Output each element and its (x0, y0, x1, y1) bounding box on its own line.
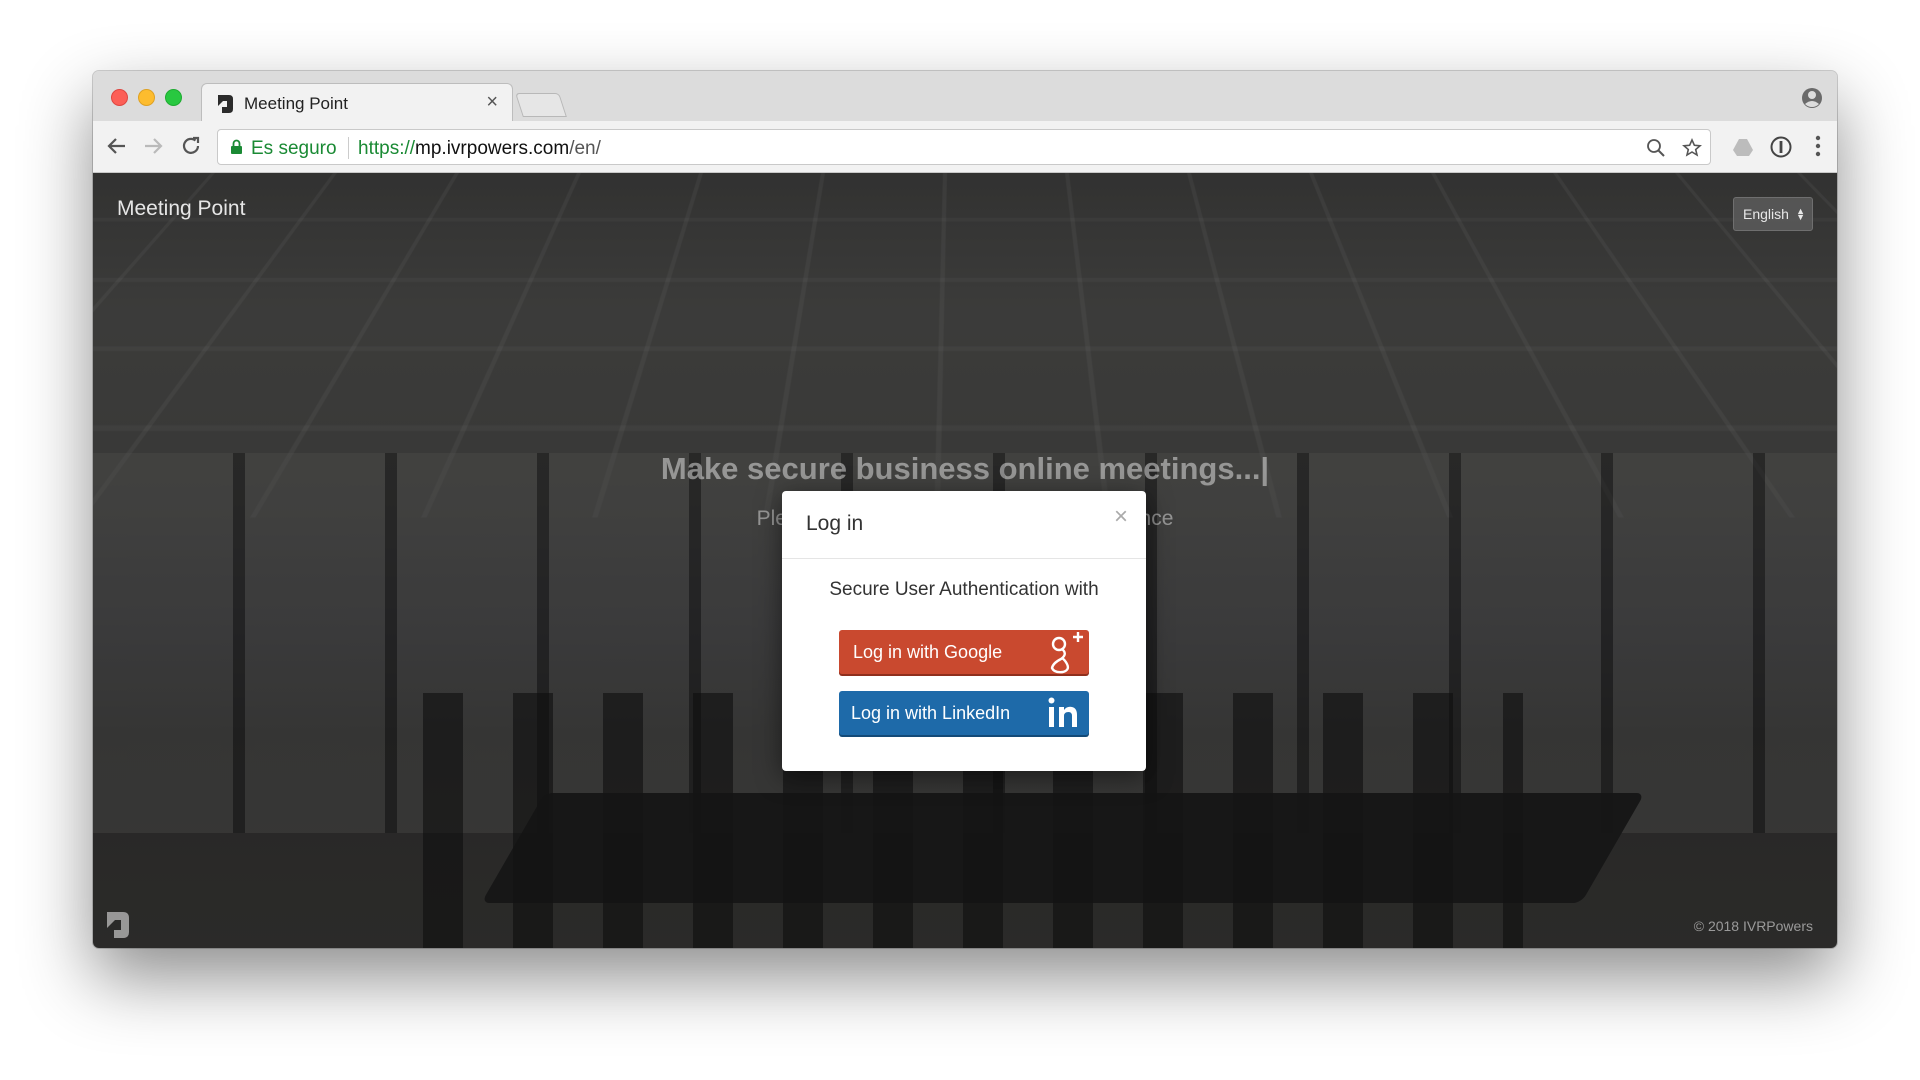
window-maximize-button[interactable] (165, 89, 182, 106)
forward-arrow-icon[interactable] (141, 134, 165, 158)
linkedin-icon (1048, 697, 1077, 727)
site-brand[interactable]: Meeting Point (117, 197, 245, 221)
select-arrows-icon: ▲ ▼ (1796, 206, 1805, 222)
bookmark-star-icon[interactable] (1682, 138, 1702, 158)
zoom-icon[interactable] (1646, 138, 1666, 158)
window-close-button[interactable] (111, 89, 128, 106)
google-login-button[interactable]: Log in with Google (839, 630, 1089, 674)
drive-extension-icon[interactable] (1731, 135, 1755, 159)
linkedin-login-button[interactable]: Log in with LinkedIn (839, 691, 1089, 735)
url-text[interactable]: https://mp.ivrpowers.com/en/ (358, 138, 601, 160)
copyright-text: © 2018 IVRPowers (1693, 918, 1813, 934)
meeting-point-favicon-icon (218, 95, 233, 113)
lock-icon (231, 139, 242, 154)
modal-close-icon[interactable]: × (1114, 505, 1128, 529)
modal-header: Log in × (782, 491, 1146, 559)
browser-menu-icon[interactable] (1815, 135, 1821, 157)
browser-window: Meeting Point × Es seguro https://mp.ivr… (93, 71, 1837, 948)
language-select-value: English (1743, 206, 1789, 222)
ivrpowers-logo-icon (107, 912, 129, 938)
window-minimize-button[interactable] (138, 89, 155, 106)
profile-icon[interactable] (1801, 87, 1823, 109)
back-arrow-icon[interactable] (105, 134, 129, 158)
google-plus-icon (1050, 632, 1083, 674)
language-select[interactable]: English ▲ ▼ (1733, 197, 1813, 231)
url-path: /en/ (569, 138, 601, 159)
hero-title: Make secure business online meetings...| (660, 451, 1270, 486)
address-separator (348, 137, 349, 159)
reload-icon[interactable] (179, 134, 203, 158)
browser-tab[interactable]: Meeting Point × (201, 83, 513, 121)
web-page: Meeting Point English ▲ ▼ Make secure bus… (93, 173, 1837, 948)
tab-strip: Meeting Point × (93, 71, 1837, 121)
url-host: mp.ivrpowers.com (415, 138, 570, 159)
browser-toolbar: Es seguro https://mp.ivrpowers.com/en/ (93, 121, 1837, 173)
url-scheme: https:// (358, 138, 416, 159)
linkedin-login-label: Log in with LinkedIn (851, 703, 1011, 723)
modal-title: Log in (806, 512, 864, 535)
address-bar[interactable]: Es seguro https://mp.ivrpowers.com/en/ (217, 129, 1711, 165)
password-manager-icon[interactable] (1769, 135, 1793, 159)
new-tab-button[interactable] (515, 93, 567, 117)
tab-title: Meeting Point (244, 94, 348, 113)
modal-subtitle: Secure User Authentication with (829, 579, 1099, 600)
login-modal: Log in × Secure User Authentication with… (782, 491, 1146, 771)
secure-label[interactable]: Es seguro (251, 138, 337, 160)
tab-close-icon[interactable]: × (486, 91, 498, 114)
google-login-label: Log in with Google (853, 642, 1003, 662)
